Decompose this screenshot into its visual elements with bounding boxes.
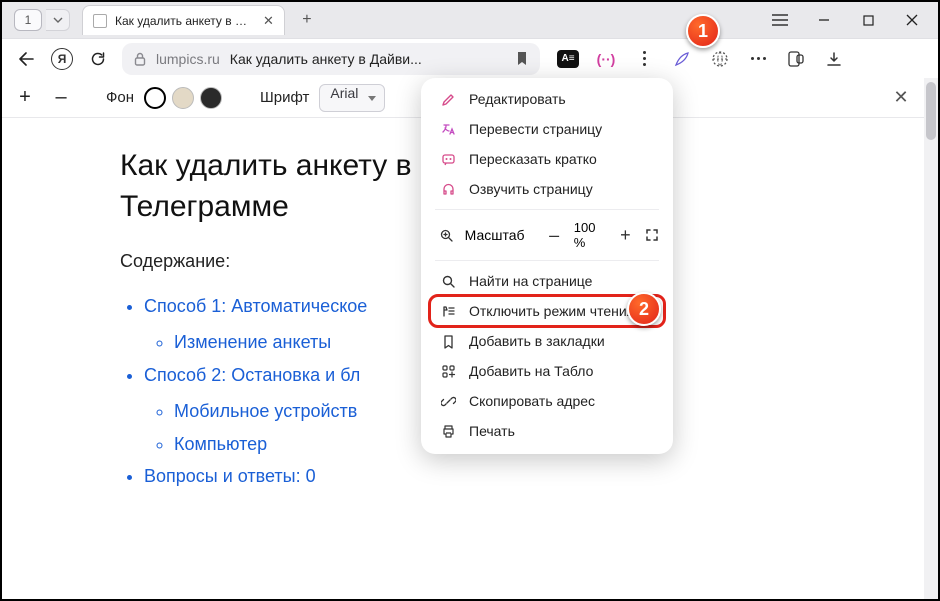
menu-label: Печать (469, 423, 515, 439)
menu-label: Редактировать (469, 91, 566, 107)
globe-icon (711, 50, 729, 68)
menu-translate[interactable]: Перевести страницу (421, 114, 673, 144)
window-controls (758, 2, 934, 38)
ya-logo-icon: Я (51, 48, 73, 70)
menu-label: Добавить на Табло (469, 363, 593, 379)
page-icon (93, 14, 107, 28)
toc-link[interactable]: Изменение анкеты (174, 332, 331, 352)
feather-button[interactable] (664, 43, 700, 75)
menu-edit[interactable]: Редактировать (421, 84, 673, 114)
bg-dark[interactable] (200, 87, 222, 109)
background-label: Фон (106, 89, 134, 106)
tablo-icon (439, 364, 457, 379)
font-select[interactable]: Arial (319, 84, 385, 112)
more-button[interactable] (740, 43, 776, 75)
page-actions-button[interactable] (626, 43, 662, 75)
reader-close-button[interactable]: ✕ (888, 85, 914, 111)
zoom-label: Масштаб (465, 227, 525, 243)
bookmark-add-icon (439, 334, 457, 349)
menu-copy-url[interactable]: Скопировать адрес (421, 386, 673, 416)
window-maximize[interactable] (846, 4, 890, 36)
bg-sepia[interactable] (172, 87, 194, 109)
scrollbar-thumb[interactable] (926, 82, 936, 140)
more-icon (751, 57, 766, 60)
feather-icon (673, 50, 691, 68)
menu-bookmark[interactable]: Добавить в закладки (421, 326, 673, 356)
toc-link[interactable]: Способ 2: Остановка и бл (144, 365, 360, 385)
menu-label: Скопировать адрес (469, 393, 595, 409)
lock-icon (134, 52, 146, 66)
reload-button[interactable] (82, 43, 114, 75)
reader-off-icon (439, 304, 457, 319)
browser-menu-button[interactable] (758, 4, 802, 36)
annotation-badge-1: 1 (686, 14, 720, 48)
headphones-icon (439, 182, 457, 197)
menu-print[interactable]: Печать (421, 416, 673, 446)
list-item: Вопросы и ответы: 0 (144, 460, 882, 492)
downloads-button[interactable] (816, 43, 852, 75)
window-minimize[interactable] (802, 4, 846, 36)
font-label: Шрифт (260, 89, 309, 106)
url-domain: lumpics.ru (156, 51, 220, 67)
summarize-icon (439, 152, 457, 167)
zoom-value: 100 % (574, 220, 606, 250)
bookmark-icon[interactable] (516, 51, 528, 66)
toc-link[interactable]: Мобильное устройств (174, 401, 357, 421)
page-actions-menu: Редактировать Перевести страницу Переска… (421, 78, 673, 454)
url-page-title: Как удалить анкету в Дайви... (230, 51, 506, 67)
menu-label: Отключить режим чтения (469, 303, 634, 319)
alice-button[interactable]: (··) (588, 43, 624, 75)
active-tab[interactable]: Как удалить анкету в Д… ✕ (82, 5, 285, 35)
menu-find[interactable]: Найти на странице (421, 266, 673, 296)
menu-label: Озвучить страницу (469, 181, 593, 197)
zoom-in[interactable]: + (616, 225, 635, 246)
download-icon (826, 51, 842, 67)
titlebar: 1 Как удалить анкету в Д… ✕ + (2, 2, 938, 38)
zoom-out[interactable]: – (545, 225, 564, 246)
window-close[interactable] (890, 4, 934, 36)
kebab-icon (643, 51, 646, 66)
tab-history-dropdown[interactable] (46, 9, 70, 31)
menu-label: Перевести страницу (469, 121, 602, 137)
menu-zoom: Масштаб – 100 % + (421, 215, 673, 255)
tab-counter[interactable]: 1 (14, 9, 42, 31)
menu-voice[interactable]: Озвучить страницу (421, 174, 673, 204)
menu-label: Пересказать кратко (469, 151, 597, 167)
toc-link[interactable]: Вопросы и ответы: 0 (144, 466, 316, 486)
new-tab-button[interactable]: + (293, 6, 321, 34)
link-icon (439, 394, 457, 409)
zoom-fullscreen[interactable] (645, 228, 659, 242)
address-bar[interactable]: lumpics.ru Как удалить анкету в Дайви... (122, 43, 540, 75)
annotation-badge-2: 2 (627, 292, 661, 326)
menu-label: Добавить в закладки (469, 333, 605, 349)
reader-mode-button[interactable]: A≡ (550, 43, 586, 75)
translate-icon (439, 122, 457, 137)
font-size-increase[interactable]: + (12, 85, 38, 111)
toc-link[interactable]: Компьютер (174, 434, 267, 454)
tab-title: Как удалить анкету в Д… (115, 14, 255, 28)
extensions-icon (787, 50, 805, 68)
home-button[interactable]: Я (46, 43, 78, 75)
toolbar: Я lumpics.ru Как удалить анкету в Дайви.… (2, 38, 938, 78)
alice-icon: (··) (597, 51, 616, 67)
bg-white[interactable] (144, 87, 166, 109)
menu-add-tablo[interactable]: Добавить на Табло (421, 356, 673, 386)
tab-close-icon[interactable]: ✕ (263, 13, 274, 29)
search-icon (439, 274, 457, 289)
menu-summarize[interactable]: Пересказать кратко (421, 144, 673, 174)
menu-label: Найти на странице (469, 273, 592, 289)
vertical-scrollbar[interactable] (924, 78, 938, 599)
pencil-icon (439, 92, 457, 107)
font-size-decrease[interactable]: – (48, 85, 74, 111)
back-button[interactable] (10, 43, 42, 75)
print-icon (439, 424, 457, 439)
background-swatches (144, 87, 222, 109)
zoom-icon (439, 228, 455, 243)
extensions-button[interactable] (778, 43, 814, 75)
reader-icon: A≡ (557, 50, 579, 68)
toc-link[interactable]: Способ 1: Автоматическое (144, 296, 367, 316)
